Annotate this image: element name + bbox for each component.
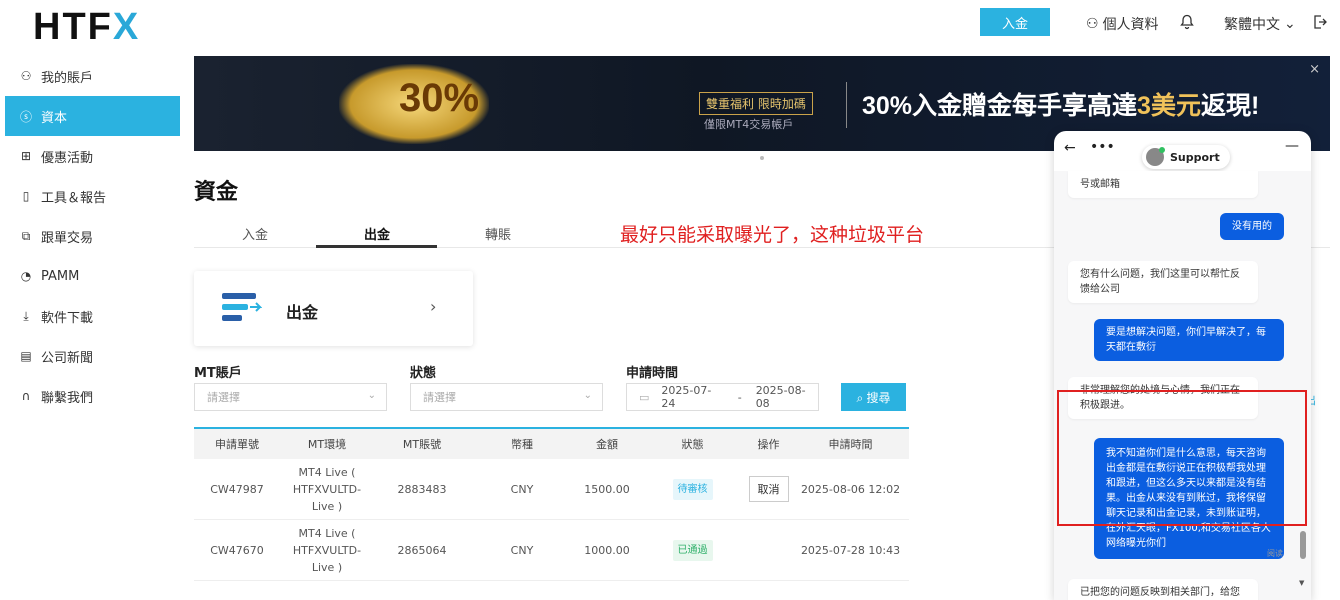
banner-percent: 30% bbox=[399, 76, 480, 120]
user-icon: ⚇ bbox=[20, 69, 32, 83]
banner-divider bbox=[846, 82, 847, 128]
download-icon: ⤓ bbox=[23, 308, 29, 323]
page-title: 資金 bbox=[194, 180, 239, 205]
active-tab-indicator bbox=[316, 245, 437, 248]
banner-tag-bonus: 雙重福利 限時加碼 bbox=[699, 92, 813, 115]
logout-icon[interactable] bbox=[1312, 14, 1328, 30]
chat-message-outgoing: 没有用的 bbox=[1220, 213, 1284, 240]
sidebar-nav: ⚇ 我的賬戶 ⓢ 資本 ⊞ 優惠活動 ▯ 工具＆報告 ⧉ 跟單交易 ◔ PAMM ⤓ 軟件下載… bbox=[5, 56, 180, 416]
chevron-down-icon: ⌄ bbox=[367, 390, 376, 401]
mt-account-select[interactable]: 請選擇 ⌄ bbox=[194, 383, 387, 411]
sidebar-item-news[interactable]: ▤ 公司新聞 bbox=[5, 336, 180, 376]
apply-time-label: 申請時間 bbox=[626, 366, 679, 381]
user-icon: ⚇ bbox=[1086, 16, 1099, 32]
chat-messages: 号或邮箱 没有用的 您有什么问题，我们这里可以帮忙反馈给公司 要是想解决问题，你… bbox=[1054, 171, 1311, 600]
sidebar-item-downloads[interactable]: ⤓ 軟件下載 bbox=[5, 296, 180, 336]
status-badge: 待審核 bbox=[672, 478, 713, 500]
scroll-down-icon[interactable]: ▼ bbox=[1299, 579, 1304, 587]
chat-message-incoming: 您有什么问题，我们这里可以帮忙反馈给公司 bbox=[1068, 261, 1258, 303]
table-row: CW47987 MT4 Live (HTFXVULTD- Live ) 28834… bbox=[194, 459, 909, 520]
top-header: HTFX 入金 ⚇ 個人資料 繁體中文 ⌄ bbox=[0, 0, 1340, 48]
calendar-icon: ▭ bbox=[639, 390, 650, 404]
status-label: 狀態 bbox=[410, 366, 437, 381]
banner-promo-text: 30%入金贈金每手享高達3美元返現! bbox=[862, 92, 1260, 120]
sidebar-item-my-account[interactable]: ⚇ 我的賬戶 bbox=[5, 56, 180, 96]
news-icon: ▤ bbox=[20, 349, 32, 363]
highlight-annotation-box bbox=[1057, 390, 1307, 526]
table-header: 申請單號 MT環境 MT賬號 幣種 金額 狀態 操作 申請時間 bbox=[194, 429, 909, 459]
carousel-dot[interactable] bbox=[760, 156, 764, 160]
sidebar-item-pamm[interactable]: ◔ PAMM bbox=[5, 256, 180, 296]
banner-tag-mt4: 僅限MT4交易帳戶 bbox=[704, 118, 794, 131]
chat-message-incoming: 已把您的问题反映到相关部门，给您 bbox=[1068, 579, 1258, 600]
support-chat-widget: ← ••• Support — 号或邮箱 没有用的 您有什么问题，我们这里可以帮… bbox=[1054, 131, 1311, 600]
chevron-down-icon: ⌄ bbox=[583, 390, 592, 401]
deposit-button[interactable]: 入金 bbox=[980, 8, 1050, 36]
chevron-right-icon: › bbox=[430, 297, 437, 316]
sidebar-item-funds[interactable]: ⓢ 資本 bbox=[5, 96, 180, 136]
pie-icon: ◔ bbox=[20, 269, 32, 283]
tab-transfer[interactable]: 轉賬 bbox=[485, 224, 511, 243]
chat-message-outgoing: 要是想解决问题，你们早解决了，每天都在敷衍 bbox=[1094, 319, 1284, 361]
gift-icon: ⊞ bbox=[20, 149, 32, 163]
sidebar-item-tools[interactable]: ▯ 工具＆報告 bbox=[5, 176, 180, 216]
language-selector[interactable]: 繁體中文 ⌄ bbox=[1224, 14, 1296, 34]
withdraw-card[interactable]: 出金 › bbox=[194, 271, 473, 346]
tab-deposit[interactable]: 入金 bbox=[242, 224, 268, 243]
search-button[interactable]: ⌕ 搜尋 bbox=[841, 383, 906, 411]
sidebar-item-copy-trading[interactable]: ⧉ 跟單交易 bbox=[5, 216, 180, 256]
book-icon: ▯ bbox=[22, 189, 30, 203]
withdraw-card-label: 出金 bbox=[286, 303, 319, 322]
tab-withdraw[interactable]: 出金 bbox=[364, 224, 390, 243]
minimize-icon[interactable]: — bbox=[1285, 138, 1299, 154]
banner-close-icon[interactable]: × bbox=[1309, 62, 1320, 77]
profile-link[interactable]: ⚇ 個人資料 bbox=[1086, 14, 1159, 34]
withdraw-icon bbox=[222, 293, 262, 321]
mt-account-label: MT賬戶 bbox=[194, 366, 242, 381]
status-select[interactable]: 請選擇 ⌄ bbox=[410, 383, 603, 411]
notification-bell-icon[interactable] bbox=[1179, 14, 1195, 30]
chat-scrollbar[interactable] bbox=[1300, 531, 1306, 559]
chevron-down-icon: ⌄ bbox=[1284, 16, 1296, 32]
online-status-dot bbox=[1159, 147, 1165, 153]
more-options-icon[interactable]: ••• bbox=[1090, 139, 1115, 155]
chat-header: ← ••• Support — bbox=[1054, 131, 1311, 171]
cancel-button[interactable]: 取消 bbox=[748, 476, 789, 502]
htfx-logo[interactable]: HTFX bbox=[33, 6, 140, 49]
complaint-annotation: 最好只能采取曝光了，这种垃圾平台 bbox=[620, 224, 925, 246]
withdraw-records-table: 申請單號 MT環境 MT賬號 幣種 金額 狀態 操作 申請時間 CW47987 … bbox=[194, 427, 909, 581]
support-agent-pill: Support bbox=[1142, 145, 1230, 169]
read-receipt: 阅读 bbox=[1267, 549, 1283, 558]
sidebar-item-contact[interactable]: ∩ 聯繫我們 bbox=[5, 376, 180, 416]
search-icon: ⌕ bbox=[856, 390, 867, 405]
table-row: CW47670 MT4 Live (HTFXVULTD- Live ) 28650… bbox=[194, 520, 909, 581]
status-badge: 已通過 bbox=[672, 539, 713, 561]
copy-icon: ⧉ bbox=[21, 228, 31, 243]
back-arrow-icon[interactable]: ← bbox=[1064, 140, 1076, 156]
headset-icon: ∩ bbox=[21, 389, 31, 403]
dollar-icon: ⓢ bbox=[19, 109, 32, 124]
chat-message-incoming: 号或邮箱 bbox=[1068, 171, 1258, 198]
sidebar-item-promotions[interactable]: ⊞ 優惠活動 bbox=[5, 136, 180, 176]
date-range-picker[interactable]: ▭ 2025-07-24 - 2025-08-08 bbox=[626, 383, 819, 411]
